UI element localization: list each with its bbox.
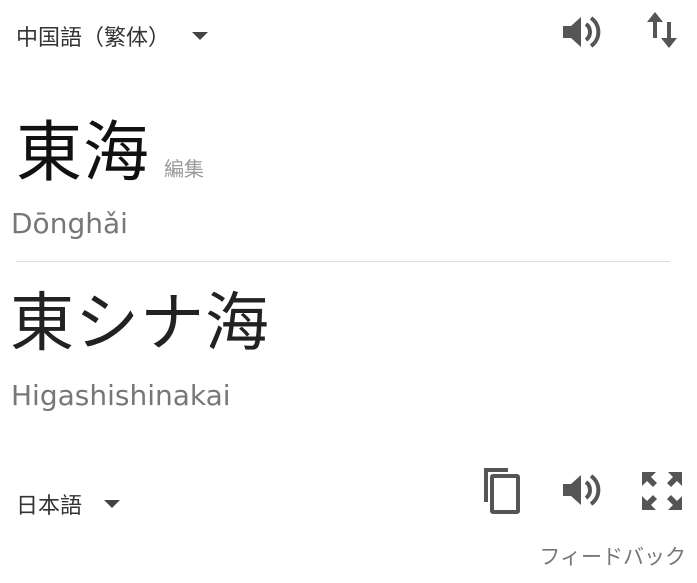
copy-icon — [484, 468, 520, 514]
copy-button[interactable] — [478, 464, 524, 516]
translated-text: 東シナ海 — [10, 287, 270, 361]
source-listen-button[interactable] — [559, 12, 605, 52]
swap-languages-button[interactable] — [640, 8, 684, 52]
target-language-select[interactable]: 日本語 — [16, 488, 121, 520]
source-transliteration: Dōnghǎi — [11, 207, 128, 240]
feedback-link[interactable]: フィードバック — [539, 541, 686, 571]
chevron-down-icon — [104, 500, 121, 508]
chevron-down-icon — [192, 32, 209, 40]
source-text-row: 東海 編集 — [16, 120, 204, 186]
fullscreen-button[interactable] — [638, 468, 686, 514]
fullscreen-icon — [642, 472, 682, 510]
swap-languages-icon — [647, 12, 677, 48]
divider — [16, 261, 670, 262]
source-text: 東海 — [16, 114, 150, 191]
edit-button[interactable]: 編集 — [164, 153, 204, 182]
speaker-icon — [563, 16, 601, 48]
target-language-label: 日本語 — [16, 494, 83, 519]
source-language-label: 中国語（繁体） — [16, 26, 171, 51]
target-transliteration: Higashishinakai — [11, 379, 231, 412]
target-listen-button[interactable] — [559, 470, 605, 510]
source-language-select[interactable]: 中国語（繁体） — [16, 20, 209, 52]
speaker-icon — [563, 474, 601, 506]
